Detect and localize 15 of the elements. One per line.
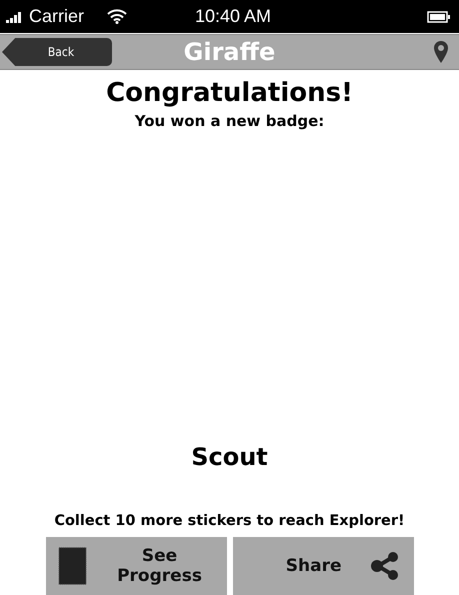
map-pin-icon (433, 40, 449, 64)
carrier-name: Carrier (29, 6, 84, 27)
status-time: 10:40 AM (195, 6, 272, 27)
congratulations-heading: Congratulations! (105, 78, 354, 108)
progress-button[interactable]: See Progress (46, 537, 226, 595)
stamp-icon (58, 546, 87, 586)
back-button[interactable]: Back (2, 38, 112, 66)
battery-icon (427, 10, 451, 22)
wifi-icon (107, 9, 128, 24)
share-button[interactable]: Share (232, 537, 414, 595)
progress-message: Collect 10 more stickers to reach Explorer! (53, 513, 406, 529)
badge-subtitle: You won a new badge: (134, 112, 326, 130)
share-icon (370, 551, 400, 581)
nav-title: Giraffe (184, 38, 276, 66)
badge-name: Scout (190, 443, 269, 471)
